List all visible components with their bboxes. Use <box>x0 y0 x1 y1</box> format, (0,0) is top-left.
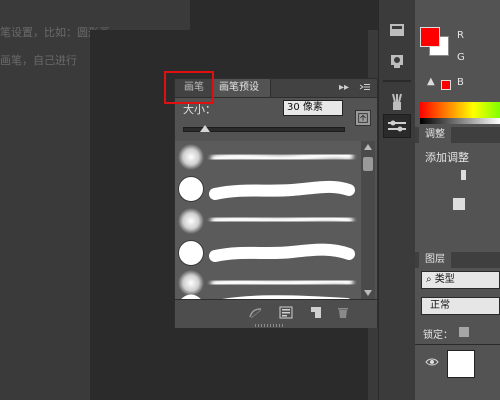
hard-round-brush-icon[interactable] <box>177 239 205 267</box>
brush-preset-list <box>175 141 361 299</box>
adjust-icon[interactable] <box>461 170 466 180</box>
gamut-swatch[interactable] <box>441 80 451 90</box>
hard-round-brush-icon[interactable] <box>177 175 205 203</box>
g-label: G <box>457 52 465 63</box>
soft-round-brush-icon[interactable] <box>177 207 205 235</box>
panel-menu-icon[interactable] <box>359 82 371 92</box>
layer-filter-select[interactable]: ⌕ 类型 <box>421 271 500 289</box>
brush-preset-panel: 画笔 画笔预设 ▸▸ 大小： 30 像素 <box>174 78 378 328</box>
blend-mode-select[interactable]: 正常 <box>421 297 500 315</box>
clone-source-icon[interactable] <box>385 50 409 70</box>
lock-transparent-icon[interactable] <box>459 327 469 337</box>
dock-divider <box>383 80 411 82</box>
background-text-line2: 画笔，自己进行 <box>0 54 77 67</box>
foreground-color-overlay <box>420 27 440 47</box>
layer-thumbnail[interactable] <box>447 350 475 378</box>
history-icon[interactable] <box>385 20 409 40</box>
brush-settings-icon <box>388 120 406 132</box>
right-panels: R G ▲ B 调整 添加调整 图层 ⌕ 类型 正常 锁定： <box>415 0 500 400</box>
r-label: R <box>457 30 464 41</box>
size-input[interactable]: 30 像素 <box>283 100 343 116</box>
tab-brush-presets[interactable]: 画笔预设 <box>213 79 271 97</box>
tab-adjustments[interactable]: 调整 <box>419 127 451 143</box>
reset-size-icon[interactable] <box>355 110 371 126</box>
toggle-brush-icon[interactable] <box>249 307 263 319</box>
hard-stroke-preview[interactable] <box>207 291 357 299</box>
levels-icon[interactable] <box>453 198 465 210</box>
soft-round-brush-icon[interactable] <box>177 143 205 171</box>
b-label: B <box>457 77 464 88</box>
layers-tab-bar: 图层 <box>415 252 500 268</box>
preset-scrollbar[interactable] <box>361 141 375 299</box>
color-ramp[interactable] <box>420 102 500 118</box>
visibility-eye-icon[interactable] <box>425 357 439 367</box>
trash-icon[interactable] <box>337 306 349 319</box>
warning-icon: ▲ <box>427 76 435 87</box>
brush-panel-icon[interactable] <box>279 306 293 319</box>
brush-presets-icon[interactable] <box>385 92 409 112</box>
adjust-tab-bar: 调整 <box>415 127 500 143</box>
resize-grip[interactable] <box>255 324 285 327</box>
size-slider-thumb[interactable] <box>200 125 211 132</box>
highlight-box <box>164 71 214 104</box>
scroll-up-icon[interactable] <box>364 144 372 150</box>
brush-panel-button[interactable] <box>383 114 411 138</box>
soft-stroke-preview[interactable] <box>207 142 357 172</box>
hard-stroke-preview[interactable] <box>207 174 357 204</box>
collapse-icon[interactable]: ▸▸ <box>339 82 349 93</box>
layer-divider <box>415 344 500 345</box>
scroll-down-icon[interactable] <box>364 290 372 296</box>
top-dark-area <box>190 0 380 30</box>
scroll-thumb[interactable] <box>363 157 373 171</box>
gray-ramp[interactable] <box>420 118 500 124</box>
add-adjustment-label: 添加调整 <box>425 151 469 164</box>
lock-label: 锁定： <box>423 330 453 341</box>
panel-dock <box>378 0 416 400</box>
new-preset-icon[interactable] <box>309 306 322 319</box>
soft-stroke-preview[interactable] <box>207 205 357 235</box>
hard-stroke-preview[interactable] <box>207 237 357 267</box>
tab-layers[interactable]: 图层 <box>419 252 451 268</box>
